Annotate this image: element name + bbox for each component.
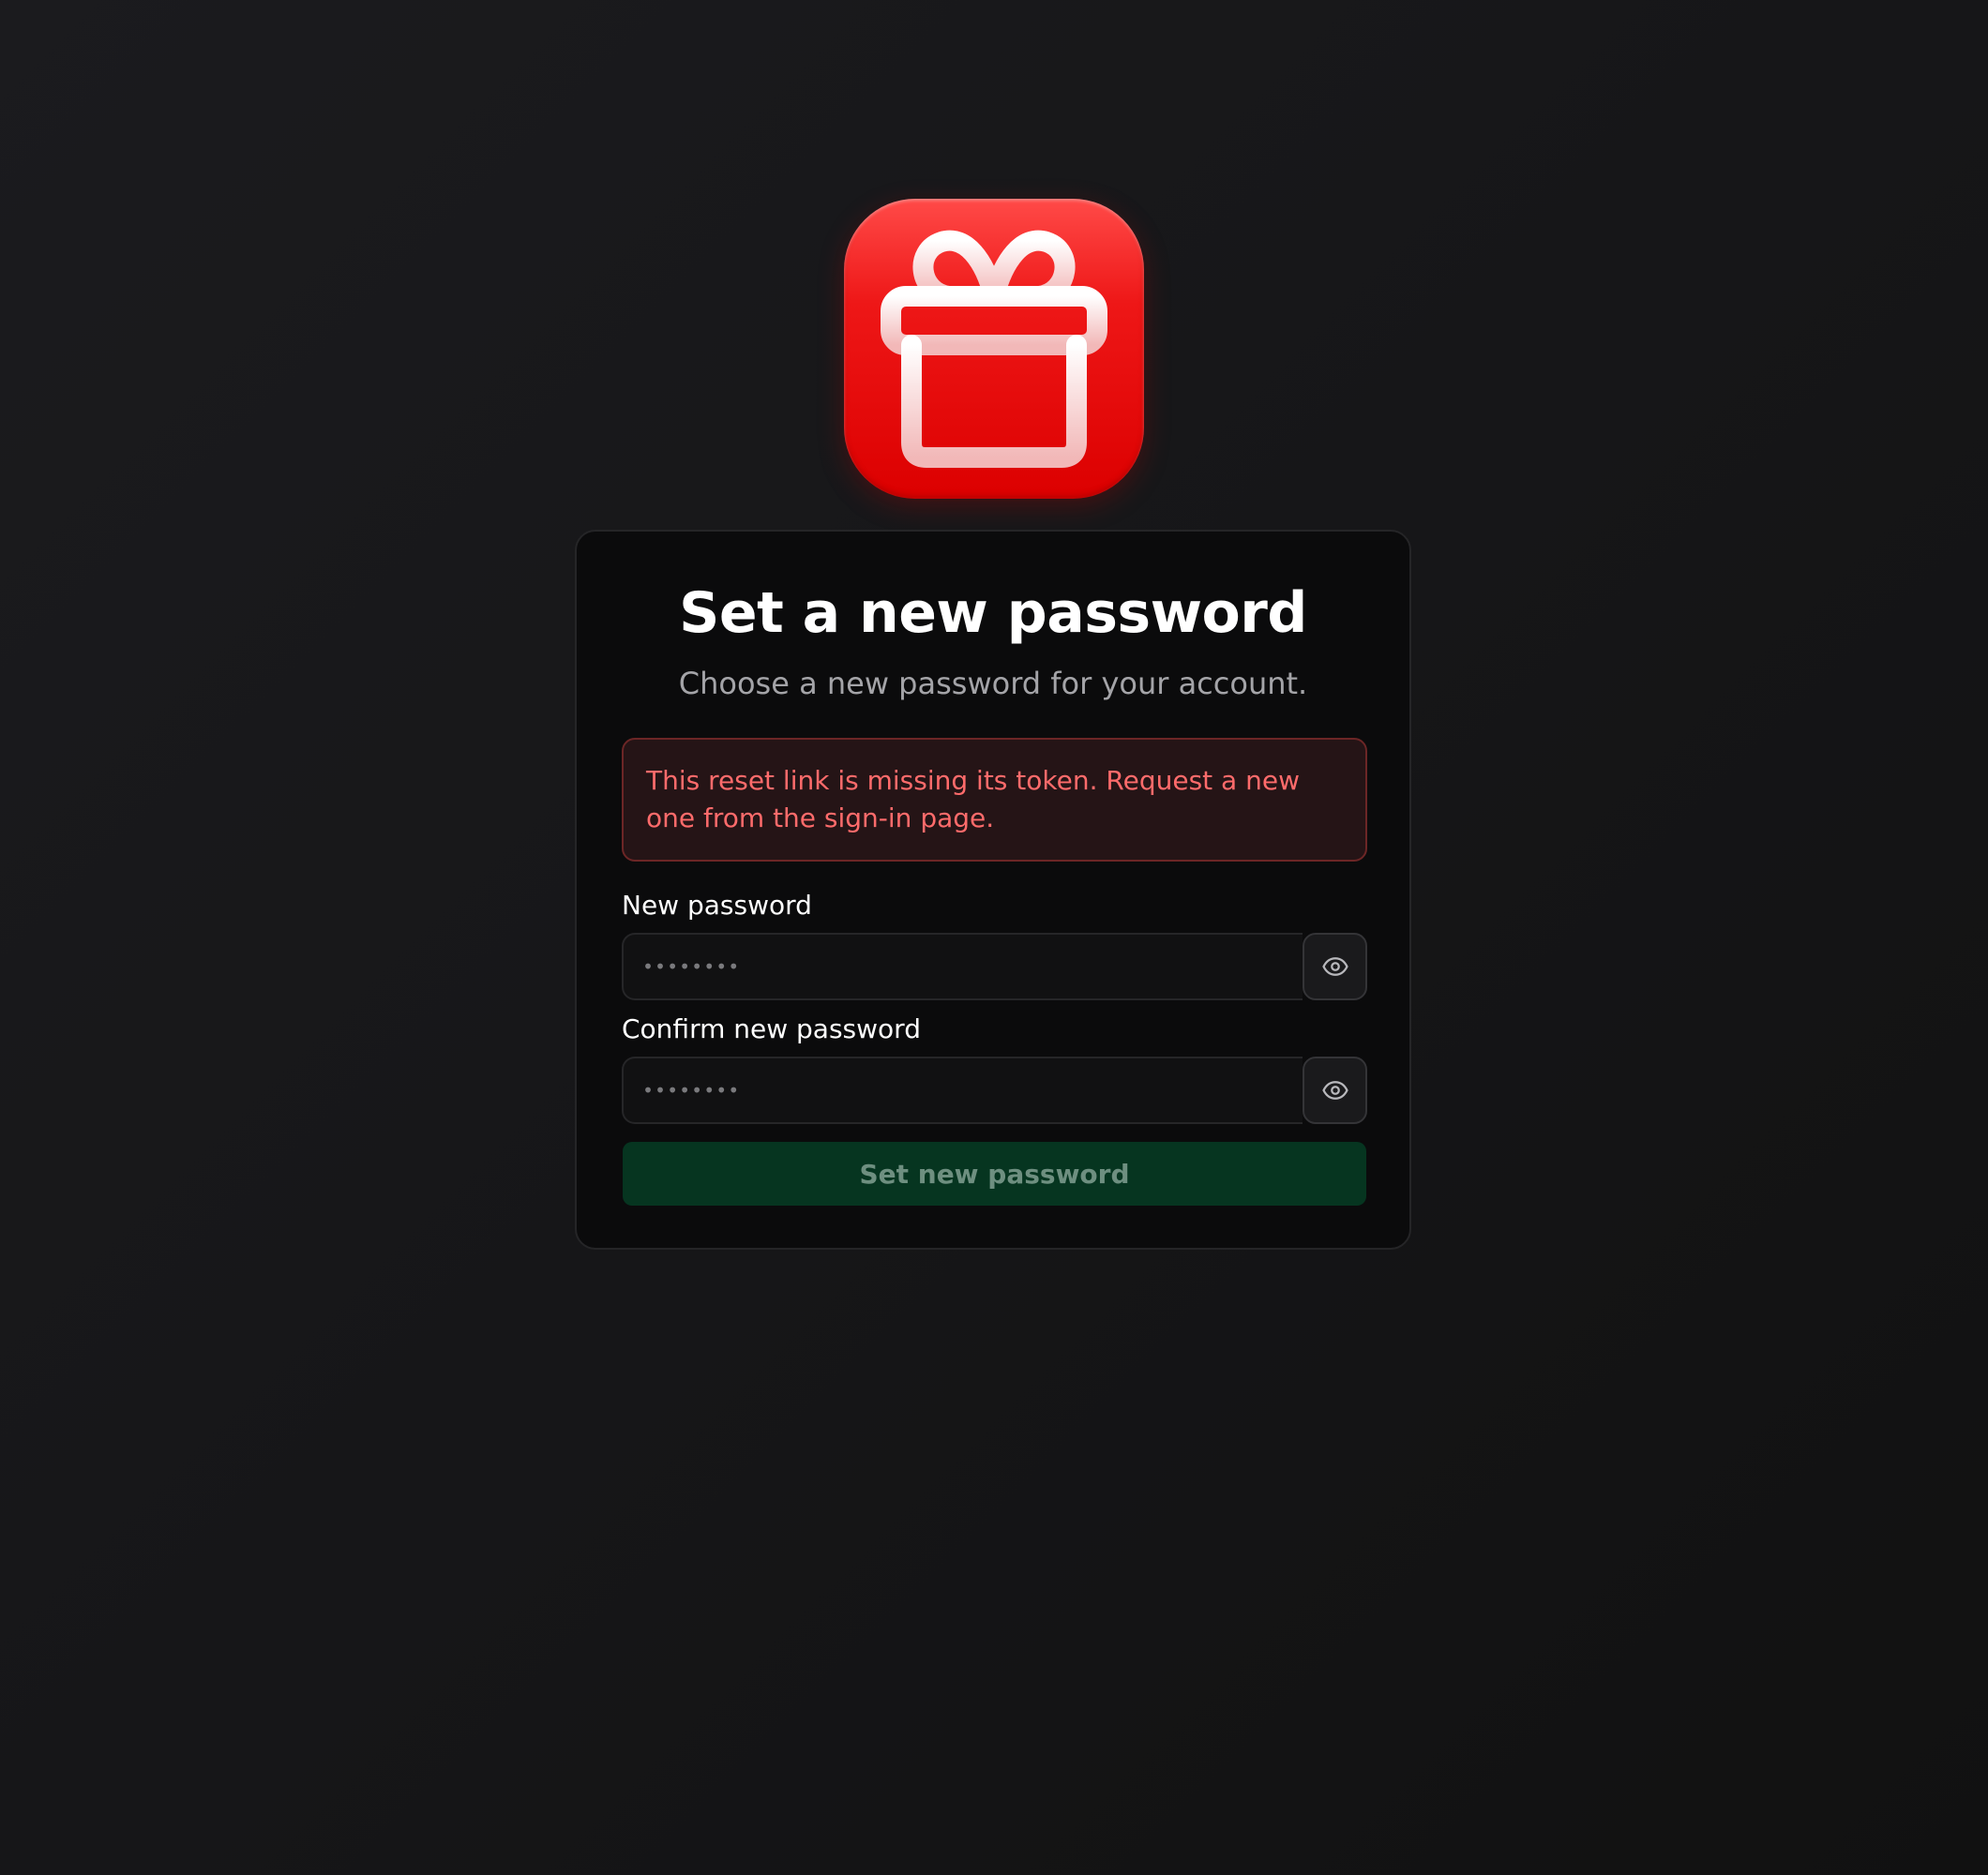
eye-icon — [1321, 957, 1348, 976]
confirm-password-row — [622, 1057, 1367, 1124]
set-new-password-button[interactable]: Set new password — [623, 1142, 1366, 1206]
new-password-label: New password — [622, 890, 812, 921]
confirm-password-input[interactable] — [622, 1057, 1303, 1124]
new-password-input[interactable] — [622, 933, 1303, 1000]
reset-password-card: Set a new password Choose a new password… — [575, 530, 1411, 1250]
eye-icon — [1321, 1081, 1348, 1100]
page-subtitle: Choose a new password for your account. — [678, 666, 1308, 701]
confirm-password-label: Confirm new password — [622, 1013, 921, 1044]
toggle-new-password-visibility-button[interactable] — [1303, 933, 1367, 1000]
gift-icon — [844, 199, 1144, 499]
page-title: Set a new password — [679, 580, 1307, 646]
error-alert: This reset link is missing its token. Re… — [622, 738, 1367, 862]
new-password-row — [622, 933, 1367, 1000]
toggle-confirm-password-visibility-button[interactable] — [1303, 1057, 1367, 1124]
